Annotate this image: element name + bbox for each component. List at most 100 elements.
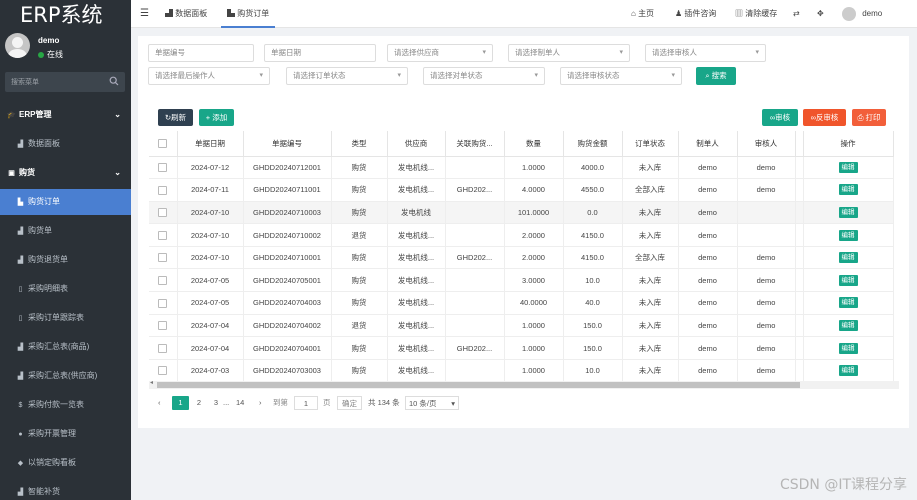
col-header[interactable]: 审核人 xyxy=(737,131,796,157)
add-button[interactable]: + 添加 xyxy=(199,109,234,126)
edit-button[interactable]: 编辑 xyxy=(838,274,858,286)
fullscreen-icon[interactable]: ✥ xyxy=(817,0,824,28)
edit-button[interactable]: 编辑 xyxy=(838,297,858,309)
col-header[interactable]: 制单人 xyxy=(678,131,738,157)
table-row[interactable]: 2024-07-12 GHDD20240712001 购货 发电机线... 1.0000… xyxy=(149,156,894,180)
row-checkbox[interactable] xyxy=(158,163,168,173)
sidebar-item-purchase-return[interactable]: ▟ 购货退货单 xyxy=(0,247,131,273)
row-select-cell[interactable] xyxy=(149,268,178,293)
row-select-cell[interactable] xyxy=(149,178,178,202)
col-header[interactable]: 购货金额 xyxy=(563,131,623,157)
print-button[interactable]: ⎙ 打印 xyxy=(852,109,886,126)
row-select-cell[interactable] xyxy=(149,156,178,180)
col-header[interactable]: 单据日期 xyxy=(177,131,244,157)
table-row[interactable]: 2024-07-05 GHDD20240704003 购货 发电机线... 40.000… xyxy=(149,291,894,315)
sidebar-item-purchase-order[interactable]: ▙ 购货订单 xyxy=(0,189,131,215)
sidebar-item-sales-board[interactable]: ◆ 以销定购看板 xyxy=(0,450,131,476)
edit-button[interactable]: 编辑 xyxy=(838,319,858,331)
table-row[interactable]: 2024-07-05 GHDD20240705001 购货 发电机线... 3.0000… xyxy=(149,268,894,293)
unaudit-button[interactable]: ∞反审核 xyxy=(803,109,846,126)
sidebar-item-smart-restock[interactable]: ▟ 智能补货 xyxy=(0,479,131,500)
clear-cache-link[interactable]: ▥ 清除缓存 xyxy=(735,0,777,28)
col-header[interactable]: 供应商 xyxy=(387,131,446,157)
sidebar-item-erp[interactable]: 🎓 ERP管理 ⌄ xyxy=(0,102,131,128)
edit-button[interactable]: 编辑 xyxy=(838,252,858,264)
page-3-button[interactable]: 3 xyxy=(211,396,221,410)
page-1-button[interactable]: 1 xyxy=(172,396,189,410)
edit-button[interactable]: 编辑 xyxy=(838,342,858,354)
col-header[interactable]: 类型 xyxy=(331,131,388,157)
table-row[interactable]: 2024-07-04 GHDD20240704002 退货 发电机线... 1.0000… xyxy=(149,314,894,338)
audit-button[interactable]: ∞审核 xyxy=(762,109,798,126)
table-row[interactable]: 2024-07-10 GHDD20240710001 购货 发电机线... GHD202… xyxy=(149,246,894,270)
creator-select[interactable]: 请选择制单人 ▾ xyxy=(508,44,630,62)
page-2-button[interactable]: 2 xyxy=(194,396,204,410)
home-link[interactable]: ⌂ 主页 xyxy=(631,0,654,28)
row-checkbox[interactable] xyxy=(158,208,168,218)
row-checkbox[interactable] xyxy=(158,185,168,195)
table-row[interactable]: 2024-07-10 GHDD20240710002 退货 发电机线... 2.0000… xyxy=(149,223,894,247)
search-button[interactable]: ⌕ 搜索 xyxy=(696,67,736,85)
col-header[interactable]: 订单状态 xyxy=(622,131,679,157)
select-all-header[interactable] xyxy=(149,131,178,157)
row-checkbox[interactable] xyxy=(158,298,168,308)
sidebar-item-dashboard[interactable]: ▟ 数据面板 xyxy=(0,131,131,157)
doc-number-filter[interactable]: 单据编号 xyxy=(148,44,254,62)
table-row[interactable]: 2024-07-03 GHDD20240703003 购货 发电机线... 1.0000… xyxy=(149,359,894,383)
edit-button[interactable]: 编辑 xyxy=(838,365,858,377)
tab-purchase-order[interactable]: ▙ 购货订单 xyxy=(221,0,276,28)
row-checkbox[interactable] xyxy=(158,366,168,376)
row-select-cell[interactable] xyxy=(149,246,178,270)
plugin-consult-link[interactable]: ♟ 插件咨询 xyxy=(675,0,716,28)
row-checkbox[interactable] xyxy=(158,321,168,331)
prev-page-button[interactable]: ‹ xyxy=(158,396,161,410)
row-checkbox[interactable] xyxy=(158,253,168,263)
audit-status-select[interactable]: 请选择审核状态 ▾ xyxy=(560,67,682,85)
table-row[interactable]: 2024-07-10 GHDD20240710003 购货 发电机线 101.0000 0… xyxy=(149,201,894,225)
edit-button[interactable]: 编辑 xyxy=(838,229,858,241)
horizontal-scrollbar[interactable]: ◂ xyxy=(149,379,899,389)
goto-confirm-button[interactable]: 确定 xyxy=(337,396,362,410)
page-size-select[interactable]: 10 条/页 ▾ xyxy=(405,396,459,410)
sidebar-item-summary-goods[interactable]: ▟ 采购汇总表(商品) xyxy=(0,334,131,360)
row-select-cell[interactable] xyxy=(149,314,178,338)
supplier-select[interactable]: 请选择供应商 ▾ xyxy=(387,44,493,62)
edit-button[interactable]: 编辑 xyxy=(838,161,858,173)
refresh-button[interactable]: ↻刷新 xyxy=(158,109,193,126)
row-checkbox[interactable] xyxy=(158,230,168,240)
goto-page-input[interactable]: 1 xyxy=(294,396,318,410)
sidebar-item-summary-supplier[interactable]: ▟ 采购汇总表(供应商) xyxy=(0,363,131,389)
tab-dashboard[interactable]: ▟ 数据面板 xyxy=(165,0,207,28)
sidebar-item-invoice[interactable]: ● 采购开票管理 xyxy=(0,421,131,447)
user-menu[interactable]: demo xyxy=(842,0,882,28)
row-checkbox[interactable] xyxy=(158,343,168,353)
row-select-cell[interactable] xyxy=(149,359,178,383)
sidebar-item-order-tracking[interactable]: ▯ 采购订单跟踪表 xyxy=(0,305,131,331)
row-select-cell[interactable] xyxy=(149,223,178,247)
order-status-select[interactable]: 请选择订单状态 ▾ xyxy=(286,67,408,85)
menu-search[interactable] xyxy=(5,72,125,92)
menu-search-input[interactable] xyxy=(5,72,100,92)
edit-button[interactable]: 编辑 xyxy=(838,184,858,196)
table-row[interactable]: 2024-07-11 GHDD20240711001 购货 发电机线... GHD202… xyxy=(149,178,894,202)
auditor-select[interactable]: 请选择审核人 ▾ xyxy=(645,44,766,62)
row-select-cell[interactable] xyxy=(149,336,178,360)
col-header[interactable]: 关联购货... xyxy=(445,131,505,157)
sidebar-item-purchase[interactable]: ▣ 购货 ⌄ xyxy=(0,160,131,186)
row-select-cell[interactable] xyxy=(149,291,178,315)
translate-icon[interactable]: ⇄ xyxy=(793,0,800,28)
next-page-button[interactable]: › xyxy=(259,396,262,410)
scroll-left-icon[interactable]: ◂ xyxy=(150,379,153,386)
col-header[interactable]: 数量 xyxy=(504,131,564,157)
doc-date-filter[interactable]: 单据日期 xyxy=(264,44,376,62)
select-all-checkbox[interactable] xyxy=(158,139,168,148)
search-icon[interactable] xyxy=(109,76,119,86)
edit-button[interactable]: 编辑 xyxy=(838,206,858,218)
table-row[interactable]: 2024-07-04 GHDD20240704001 购货 发电机线... GHD202… xyxy=(149,336,894,360)
sidebar-item-payment[interactable]: $ 采购付款一览表 xyxy=(0,392,131,418)
col-header[interactable]: 单据编号 xyxy=(243,131,332,157)
row-checkbox[interactable] xyxy=(158,276,168,286)
scrollbar-thumb[interactable] xyxy=(157,382,800,388)
reconcile-status-select[interactable]: 请选择对单状态 ▾ xyxy=(423,67,545,85)
hamburger-icon[interactable]: ☰ xyxy=(140,0,149,28)
